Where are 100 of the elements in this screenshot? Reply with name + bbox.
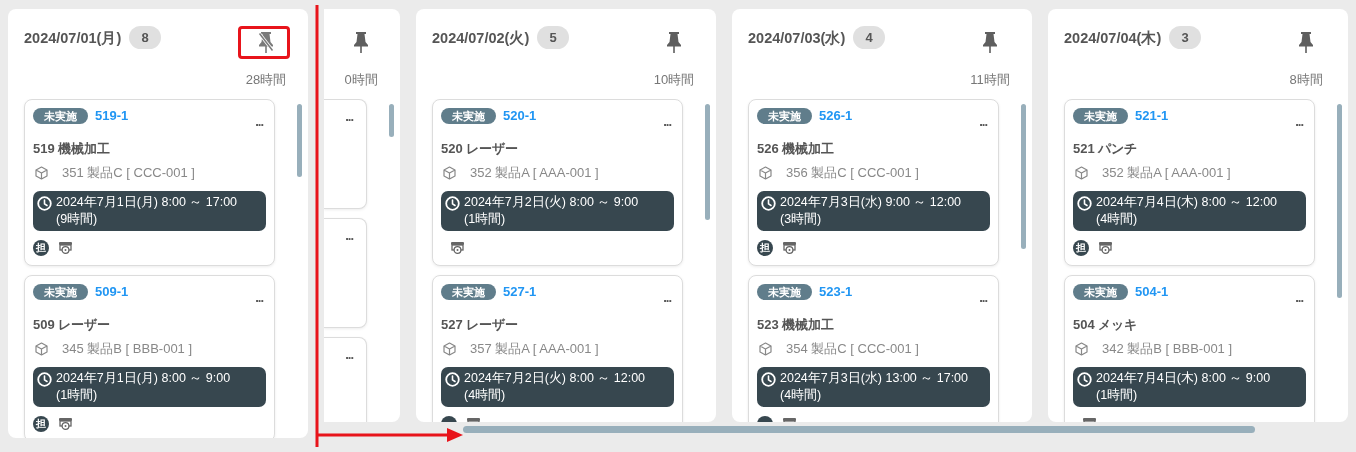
- status-badge: 未実施: [1073, 283, 1128, 300]
- pin-icon: [666, 31, 682, 53]
- total-hours: 0時間: [344, 71, 378, 89]
- more-menu-button[interactable]: ...: [1292, 292, 1306, 303]
- clock-icon: [445, 372, 460, 387]
- more-menu-button[interactable]: ...: [252, 116, 266, 127]
- clock-icon: [761, 196, 776, 211]
- job-title: 504 メッキ: [1073, 317, 1139, 333]
- pin-icon: [353, 31, 369, 53]
- schedule-duration: (4時間): [780, 387, 823, 404]
- schedule-duration: (9時間): [56, 211, 99, 228]
- clock-icon: [1077, 196, 1092, 211]
- pin-icon: [982, 31, 998, 53]
- machine-icon[interactable]: [782, 240, 797, 255]
- assignee-badge[interactable]: 担: [33, 239, 49, 256]
- job-title: 527 レーザー: [441, 317, 520, 333]
- product-label: 356 製品C [ CCC-001 ]: [786, 164, 919, 182]
- product-label: 342 製品B [ BBB-001 ]: [1102, 340, 1233, 358]
- pin-button[interactable]: [666, 31, 682, 53]
- clock-icon: [445, 196, 460, 211]
- cube-icon: [443, 342, 456, 356]
- job-title: 526 機械加工: [757, 141, 836, 157]
- schedule-duration: (1時間): [1096, 387, 1139, 404]
- product-label: 352 製品A [ AAA-001 ]: [470, 164, 599, 182]
- schedule-duration: (4時間): [464, 387, 507, 404]
- count-badge: 3: [1169, 26, 1202, 49]
- scrollbar-thumb[interactable]: [705, 104, 710, 220]
- machine-icon[interactable]: [1098, 240, 1113, 255]
- assignee-badge[interactable]: 担: [33, 415, 49, 432]
- pin-button[interactable]: [353, 31, 369, 53]
- column-date: 2024/07/02(火): [432, 29, 530, 48]
- machine-icon[interactable]: [450, 240, 465, 255]
- more-menu-button[interactable]: ...: [342, 350, 356, 360]
- pin-icon: [1298, 31, 1314, 53]
- status-badge: 未実施: [441, 107, 496, 124]
- unpin-button[interactable]: [258, 31, 274, 53]
- scrollbar-thumb[interactable]: [389, 104, 394, 137]
- more-menu-button[interactable]: ...: [342, 112, 356, 122]
- total-hours: 11時間: [970, 71, 1010, 89]
- schedule-time: 2024年7月1日(月) 8:00 ～ 17:00: [56, 194, 238, 211]
- schedule-time: 2024年7月2日(火) 8:00 ～ 9:00: [464, 194, 639, 211]
- job-title: 509 レーザー: [33, 317, 112, 333]
- schedule-time: 2024年7月3日(水) 9:00 ～ 12:00: [780, 194, 962, 211]
- schedule-time: 2024年7月3日(水) 13:00 ～ 17:00: [780, 370, 969, 387]
- job-title: 520 レーザー: [441, 141, 520, 157]
- scrollbar-thumb[interactable]: [1021, 104, 1026, 249]
- count-badge: 5: [537, 26, 570, 49]
- schedule-time: 2024年7月2日(火) 8:00 ～ 12:00: [464, 370, 646, 387]
- more-menu-button[interactable]: ...: [1292, 116, 1306, 127]
- count-badge: 8: [129, 26, 162, 49]
- cube-icon: [35, 342, 48, 356]
- job-title: 523 機械加工: [757, 317, 836, 333]
- scrollbar-thumb[interactable]: [297, 104, 302, 177]
- product-label: 345 製品B [ BBB-001 ]: [62, 340, 193, 358]
- assignee-badge[interactable]: 担: [1073, 239, 1089, 256]
- more-menu-button[interactable]: ...: [342, 231, 356, 241]
- schedule-duration: (1時間): [56, 387, 99, 404]
- product-label: 351 製品C [ CCC-001 ]: [62, 164, 195, 182]
- job-title: 521 パンチ: [1073, 141, 1139, 157]
- schedule-time: 2024年7月4日(木) 8:00 ～ 12:00: [1096, 194, 1278, 211]
- column-date: 2024/07/01(月): [24, 29, 122, 48]
- clock-icon: [1077, 372, 1092, 387]
- assignee-badge[interactable]: 担: [757, 239, 773, 256]
- horizontal-scrollbar-thumb[interactable]: [463, 426, 1255, 433]
- machine-icon[interactable]: [58, 416, 73, 431]
- product-label: 357 製品A [ AAA-001 ]: [470, 340, 599, 358]
- scrollbar-thumb[interactable]: [1337, 104, 1342, 298]
- status-badge: 未実施: [441, 283, 496, 300]
- total-hours: 28時間: [245, 71, 287, 89]
- more-menu-button[interactable]: ...: [660, 292, 674, 303]
- job-title: 519 機械加工: [33, 141, 112, 157]
- more-menu-button[interactable]: ...: [660, 116, 674, 127]
- cube-icon: [1075, 166, 1088, 180]
- machine-icon[interactable]: [58, 240, 73, 255]
- total-hours: 10時間: [653, 71, 695, 89]
- clock-icon: [761, 372, 776, 387]
- status-badge: 未実施: [33, 283, 88, 300]
- schedule-duration: (1時間): [464, 211, 507, 228]
- schedule-time: 2024年7月4日(木) 8:00 ～ 9:00: [1096, 370, 1271, 387]
- cube-icon: [1075, 342, 1088, 356]
- pin-button[interactable]: [982, 31, 998, 53]
- schedule-duration: (3時間): [780, 211, 823, 228]
- more-menu-button[interactable]: ...: [252, 292, 266, 303]
- more-menu-button[interactable]: ...: [976, 292, 990, 303]
- column-date: 2024/07/04(木): [1064, 29, 1162, 48]
- clock-icon: [37, 196, 52, 211]
- status-badge: 未実施: [757, 107, 812, 124]
- product-label: 352 製品A [ AAA-001 ]: [1102, 164, 1231, 182]
- product-label: 354 製品C [ CCC-001 ]: [786, 340, 919, 358]
- count-badge: 4: [853, 26, 886, 49]
- pin-button[interactable]: [1298, 31, 1314, 53]
- status-badge: 未実施: [757, 283, 812, 300]
- clock-icon: [37, 372, 52, 387]
- status-badge: 未実施: [33, 107, 88, 124]
- more-menu-button[interactable]: ...: [976, 116, 990, 127]
- cube-icon: [759, 342, 772, 356]
- column-date: 2024/07/03(水): [748, 29, 846, 48]
- cube-icon: [443, 166, 456, 180]
- schedule-time: 2024年7月1日(月) 8:00 ～ 9:00: [56, 370, 231, 387]
- cube-icon: [35, 166, 48, 180]
